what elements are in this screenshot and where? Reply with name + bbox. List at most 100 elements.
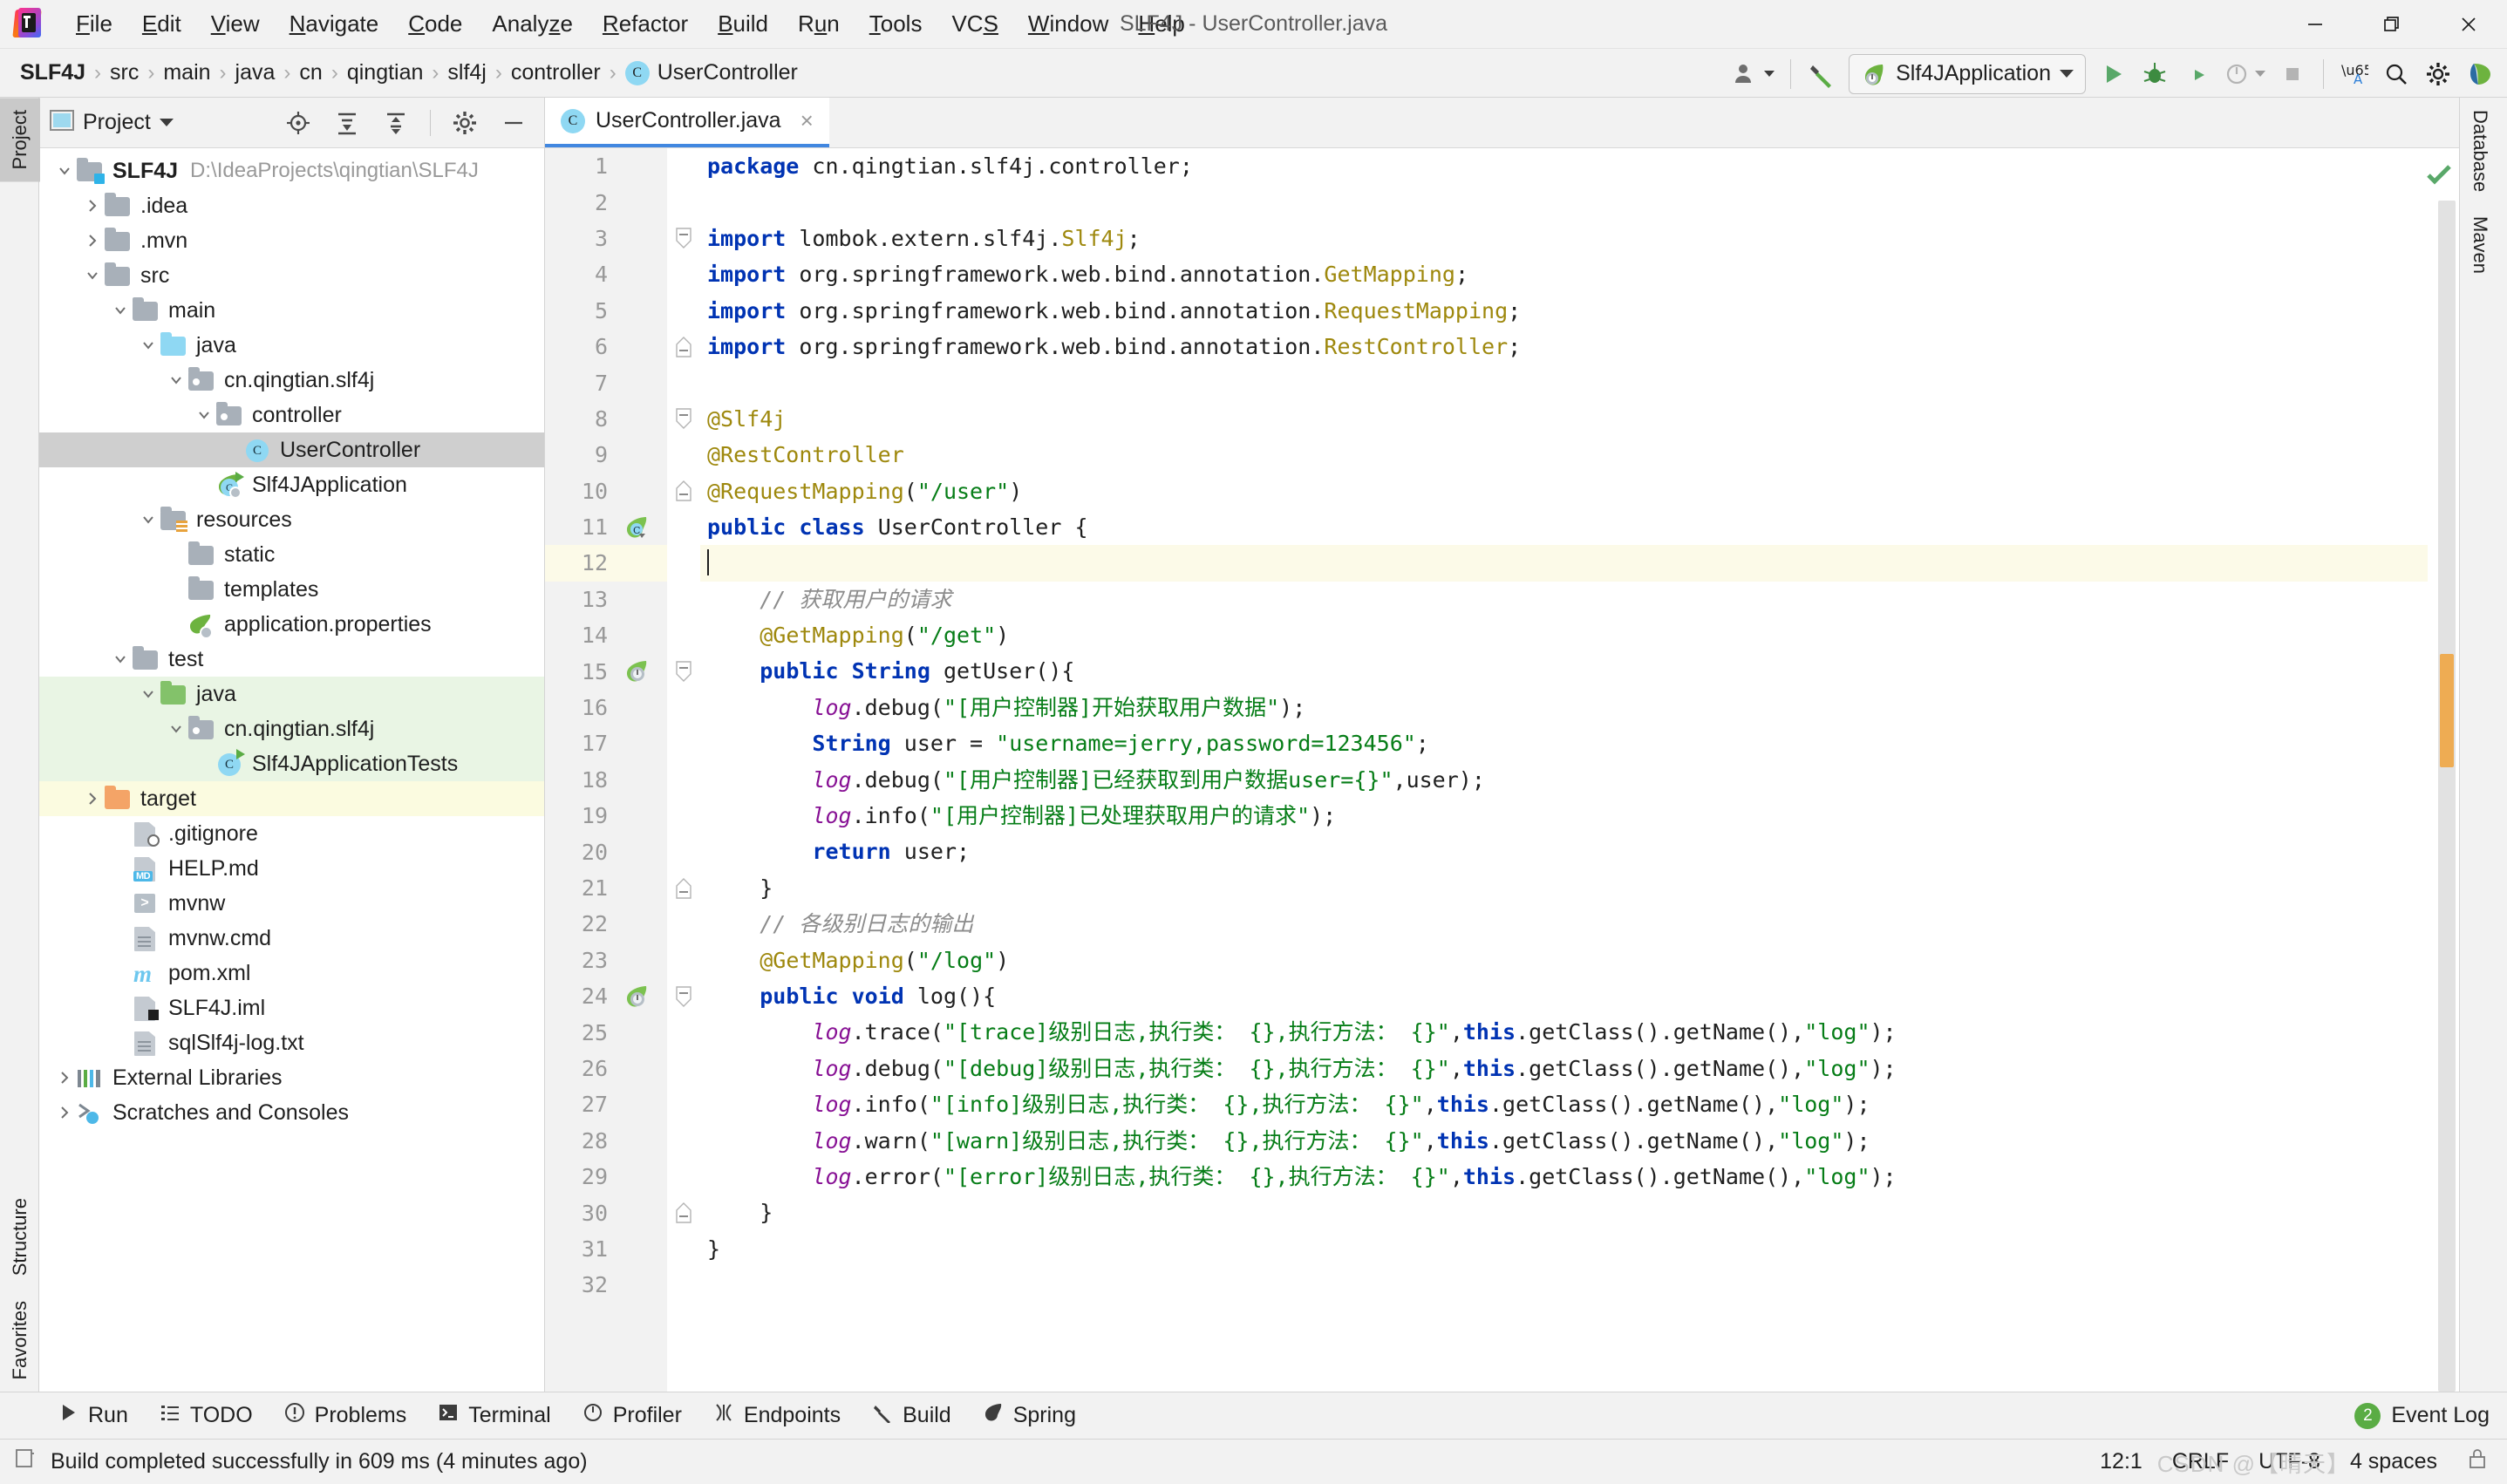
rail-item-maven[interactable]: Maven [2460,204,2500,286]
code-line-4[interactable]: import org.springframework.web.bind.anno… [700,256,2428,292]
breadcrumb-item-qingtian[interactable]: qingtian [339,58,432,88]
code-line-7[interactable] [700,364,2428,400]
project-tree[interactable]: SLF4J D:\IdeaProjects\qingtian\SLF4J .idea… [39,148,544,1392]
rail-item-structure[interactable]: Structure [0,1186,40,1288]
tree-node-cn-qingtian-slf4j[interactable]: cn.qingtian.slf4j [39,711,544,746]
tool-window-run[interactable]: Run [44,1397,142,1434]
gutter-line-3[interactable]: 3 [545,221,667,256]
locate-icon[interactable] [278,103,318,143]
code-line-1[interactable]: package cn.qingtian.slf4j.controller; [700,148,2428,184]
tree-expand-arrow[interactable] [109,651,132,667]
fold-line-10[interactable] [667,473,700,509]
code-line-21[interactable]: } [700,870,2428,906]
editor-gutter[interactable]: 1 2 3 4 5 6 7 8 9 10 11 C 12 13 14 15 16 17 18 19 20 21 22 23 24… [545,148,667,1392]
gutter-line-27[interactable]: 27 [545,1086,667,1122]
gutter-line-22[interactable]: 22 [545,906,667,942]
menu-analyze[interactable]: Analyze [477,8,588,40]
spring-endpoint-gutter-icon[interactable] [617,659,657,684]
code-line-6[interactable]: import org.springframework.web.bind.anno… [700,329,2428,364]
gutter-line-1[interactable]: 1 [545,148,667,184]
fold-column[interactable] [667,148,700,1392]
tree-node-target[interactable]: target [39,781,544,816]
tree-expand-arrow[interactable] [165,721,187,737]
code-line-3[interactable]: import lombok.extern.slf4j.Slf4j; [700,221,2428,256]
gutter-line-5[interactable]: 5 [545,293,667,329]
code-line-31[interactable]: } [700,1231,2428,1267]
minimize-button[interactable] [2277,0,2354,48]
tab-usercontroller-java[interactable]: C UserController.java × [545,98,829,147]
tree-node-java[interactable]: java [39,328,544,363]
rail-item-database[interactable]: Database [2460,98,2500,204]
tool-window-endpoints[interactable]: Endpoints [699,1397,855,1434]
gutter-line-24[interactable]: 24 [545,978,667,1014]
code-line-26[interactable]: log.debug("[debug]级别日志,执行类： {},执行方法： {}"… [700,1051,2428,1086]
code-line-11[interactable]: public class UserController { [700,509,2428,545]
fold-line-21[interactable] [667,870,700,906]
code-line-5[interactable]: import org.springframework.web.bind.anno… [700,293,2428,329]
tool-window-spring[interactable]: Spring [969,1397,1090,1434]
tree-node--idea[interactable]: .idea [39,188,544,223]
maximize-button[interactable] [2354,0,2430,48]
fold-line-24[interactable] [667,978,700,1014]
menu-edit[interactable]: Edit [127,8,196,40]
tree-node-mvnw[interactable]: > mvnw [39,886,544,921]
expand-all-icon[interactable] [327,103,367,143]
gutter-line-31[interactable]: 31 [545,1231,667,1267]
tree-expand-arrow[interactable] [137,337,160,353]
gutter-line-19[interactable]: 19 [545,798,667,834]
tree-expand-arrow[interactable] [193,407,215,423]
gutter-line-12[interactable]: 12 [545,545,667,582]
gutter-line-13[interactable]: 13 [545,582,667,617]
tree-node-usercontroller[interactable]: C UserController [39,432,544,467]
translate-icon[interactable]: \u6587 A [2334,53,2374,95]
tree-expand-arrow[interactable] [165,372,187,388]
search-icon[interactable] [2376,53,2416,95]
fold-line-15[interactable] [667,653,700,689]
tool-window-terminal[interactable]: Terminal [424,1397,564,1434]
gutter-line-18[interactable]: 18 [545,762,667,798]
breadcrumb-item-cn[interactable]: cn [291,58,330,88]
code-line-16[interactable]: log.debug("[用户控制器]开始获取用户数据"); [700,690,2428,725]
tree-expand-arrow[interactable] [81,233,104,248]
breadcrumb-item-java[interactable]: java [228,58,283,88]
breadcrumb-item-slf4j[interactable]: SLF4J [12,58,93,88]
gutter-line-30[interactable]: 30 [545,1195,667,1230]
tree-node-test[interactable]: test [39,642,544,677]
tree-node-src[interactable]: src [39,258,544,293]
fold-line-3[interactable] [667,221,700,256]
code-line-24[interactable]: public void log(){ [700,978,2428,1014]
event-log-button[interactable]: 2 Event Log [2354,1402,2490,1429]
code-line-17[interactable]: String user = "username=jerry,password=1… [700,725,2428,761]
code-line-10[interactable]: @RequestMapping("/user") [700,473,2428,509]
tree-node-slf4j[interactable]: SLF4J D:\IdeaProjects\qingtian\SLF4J [39,153,544,188]
spring-dashboard-icon[interactable] [2460,53,2500,95]
collapse-all-icon[interactable] [376,103,416,143]
gutter-line-9[interactable]: 9 [545,437,667,473]
close-button[interactable] [2430,0,2507,48]
gutter-line-11[interactable]: 11 C [545,509,667,545]
code-line-30[interactable]: } [700,1195,2428,1230]
code-line-14[interactable]: @GetMapping("/get") [700,617,2428,653]
gutter-line-6[interactable]: 6 [545,329,667,364]
code-line-9[interactable]: @RestController [700,437,2428,473]
breadcrumb-item-src[interactable]: src [102,58,146,88]
breadcrumb-item-controller[interactable]: controller [503,58,609,88]
tool-window-build[interactable]: Build [858,1397,965,1434]
tree-node-templates[interactable]: templates [39,572,544,607]
menu-run[interactable]: Run [783,8,855,40]
tree-node-slf4japplicationtests[interactable]: C Slf4JApplicationTests [39,746,544,781]
gutter-line-25[interactable]: 25 [545,1014,667,1050]
tree-expand-arrow[interactable] [137,512,160,528]
gutter-line-8[interactable]: 8 [545,401,667,437]
tree-node-cn-qingtian-slf4j[interactable]: cn.qingtian.slf4j [39,363,544,398]
code-line-29[interactable]: log.error("[error]级别日志,执行类： {},执行方法： {}"… [700,1159,2428,1195]
code-line-23[interactable]: @GetMapping("/log") [700,943,2428,978]
tree-expand-arrow[interactable] [109,303,132,318]
run-configuration-selector[interactable]: Slf4JApplication [1849,53,2086,94]
code-line-27[interactable]: log.info("[info]级别日志,执行类： {},执行方法： {}",t… [700,1086,2428,1122]
fold-line-30[interactable] [667,1195,700,1230]
gutter-line-28[interactable]: 28 [545,1123,667,1159]
gutter-line-10[interactable]: 10 [545,473,667,509]
tree-node-help-md[interactable]: MD HELP.md [39,851,544,886]
tree-node-external-libraries[interactable]: External Libraries [39,1060,544,1095]
